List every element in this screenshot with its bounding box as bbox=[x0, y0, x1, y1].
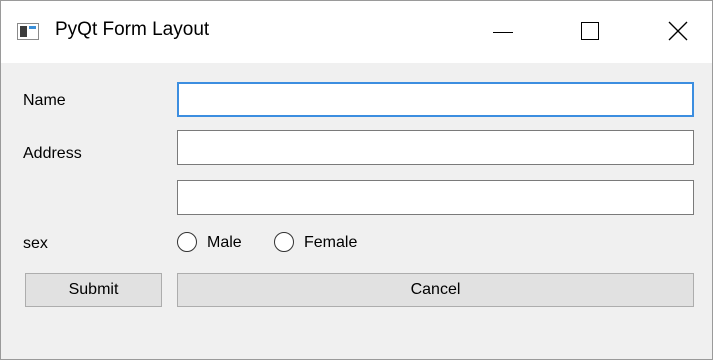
maximize-icon bbox=[581, 22, 599, 40]
close-icon bbox=[668, 21, 688, 41]
address-line1-input[interactable] bbox=[177, 130, 694, 165]
cancel-button[interactable]: Cancel bbox=[177, 273, 694, 307]
male-radio[interactable] bbox=[177, 232, 197, 252]
female-radio[interactable] bbox=[274, 232, 294, 252]
address-label: Address bbox=[23, 145, 82, 162]
sex-label: sex bbox=[23, 235, 48, 252]
maximize-button[interactable] bbox=[567, 1, 615, 63]
name-label: Name bbox=[23, 92, 66, 109]
app-window: PyQt Form Layout Name Address sex Male F… bbox=[0, 0, 713, 360]
title-bar[interactable]: PyQt Form Layout bbox=[1, 1, 712, 63]
window-title: PyQt Form Layout bbox=[55, 19, 210, 40]
address-line2-input[interactable] bbox=[177, 180, 694, 215]
app-window-icon bbox=[17, 23, 39, 40]
submit-button[interactable]: Submit bbox=[25, 273, 162, 307]
minimize-button[interactable] bbox=[479, 1, 527, 63]
close-button[interactable] bbox=[655, 1, 703, 63]
male-radio-label[interactable]: Male bbox=[207, 234, 242, 252]
female-radio-label[interactable]: Female bbox=[304, 234, 357, 252]
minimize-icon bbox=[493, 32, 513, 33]
name-input[interactable] bbox=[177, 82, 694, 117]
